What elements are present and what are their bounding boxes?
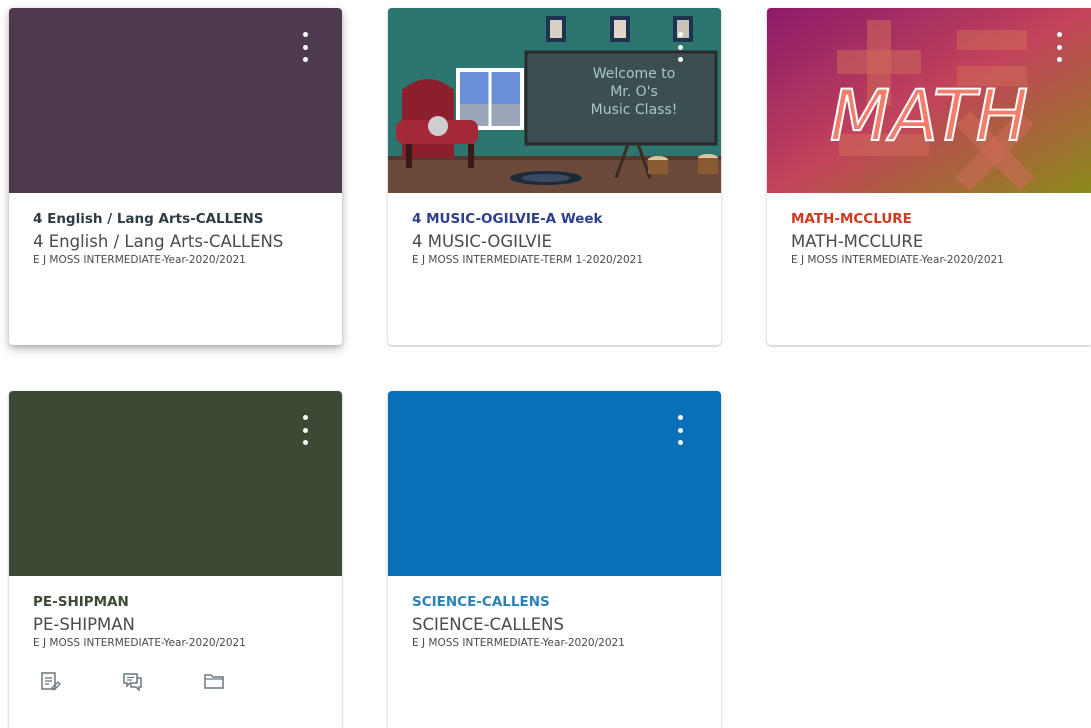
discussions-icon[interactable] [121,668,203,694]
card-header[interactable] [388,391,721,576]
math-header-text: MATH [830,75,1029,157]
board-line-3: Music Class! [591,102,678,118]
board-line-2: Mr. O's [610,84,658,100]
files-icon[interactable] [203,668,285,694]
course-term: E J MOSS INTERMEDIATE-TERM 1-2020/2021 [412,254,643,266]
course-name-link[interactable]: PE-SHIPMAN [33,593,333,611]
course-card-english[interactable]: 4 English / Lang Arts-CALLENS 4 English … [9,8,342,345]
course-code: PE-SHIPMAN [33,615,135,634]
kebab-icon[interactable] [673,30,687,64]
course-card-music[interactable]: Welcome to Mr. O's Music Class! 4 MUSIC-… [388,8,721,345]
course-name-link[interactable]: MATH-MCCLURE [791,210,1091,228]
course-code: SCIENCE-CALLENS [412,615,564,634]
course-name-link[interactable]: 4 English / Lang Arts-CALLENS [33,210,333,228]
assignments-icon[interactable] [39,668,121,694]
course-term: E J MOSS INTERMEDIATE-Year-2020/2021 [33,637,246,649]
kebab-icon[interactable] [298,30,312,64]
course-term: E J MOSS INTERMEDIATE-Year-2020/2021 [412,637,625,649]
board-line-1: Welcome to [593,66,676,82]
course-term: E J MOSS INTERMEDIATE-Year-2020/2021 [33,254,246,266]
course-code: MATH-MCCLURE [791,232,924,251]
course-card-math[interactable]: MATH MATH-MCCLURE MATH-MCCLURE E J MOSS … [767,8,1091,345]
course-term: E J MOSS INTERMEDIATE-Year-2020/2021 [791,254,1004,266]
kebab-icon[interactable] [1052,30,1066,64]
card-header[interactable] [9,8,342,193]
card-actions [39,668,342,694]
card-body: 4 MUSIC-OGILVIE-A Week 4 MUSIC-OGILVIE E… [388,193,721,267]
course-code: 4 MUSIC-OGILVIE [412,232,552,251]
kebab-icon[interactable] [298,413,312,447]
math-header-image: MATH [767,8,1091,193]
course-card-pe[interactable]: PE-SHIPMAN PE-SHIPMAN E J MOSS INTERMEDI… [9,391,342,728]
card-body: MATH-MCCLURE MATH-MCCLURE E J MOSS INTER… [767,193,1091,267]
course-code: 4 English / Lang Arts-CALLENS [33,232,284,251]
card-body: 4 English / Lang Arts-CALLENS 4 English … [9,193,342,267]
kebab-icon[interactable] [673,413,687,447]
dashboard-card-grid: 4 English / Lang Arts-CALLENS 4 English … [0,0,1091,728]
music-classroom-image: Welcome to Mr. O's Music Class! [388,8,721,193]
card-body: SCIENCE-CALLENS SCIENCE-CALLENS E J MOSS… [388,576,721,650]
course-name-link[interactable]: SCIENCE-CALLENS [412,593,712,611]
card-header[interactable]: Welcome to Mr. O's Music Class! [388,8,721,193]
course-name-link[interactable]: 4 MUSIC-OGILVIE-A Week [412,210,712,228]
course-card-science[interactable]: SCIENCE-CALLENS SCIENCE-CALLENS E J MOSS… [388,391,721,728]
card-header[interactable] [9,391,342,576]
card-body: PE-SHIPMAN PE-SHIPMAN E J MOSS INTERMEDI… [9,576,342,694]
card-header[interactable]: MATH [767,8,1091,193]
